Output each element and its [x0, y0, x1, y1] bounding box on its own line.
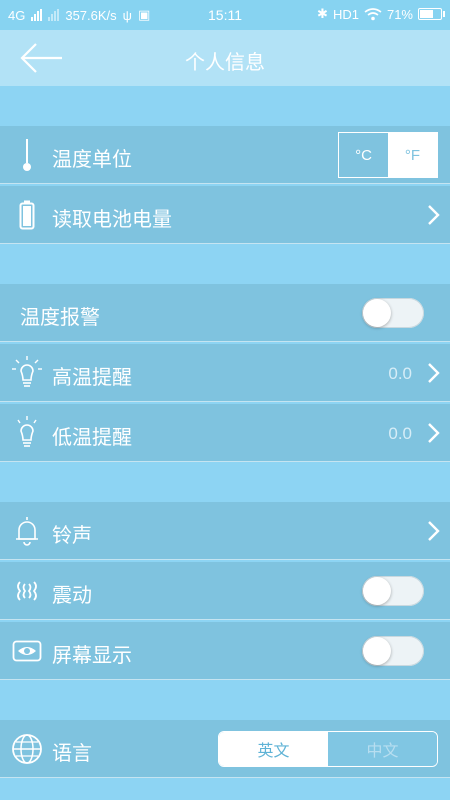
- ringtone-row[interactable]: 铃声: [0, 502, 450, 560]
- low-temp-reminder-label: 低温提醒: [52, 427, 132, 449]
- lightbulb-icon: [10, 414, 44, 452]
- language-label: 语言: [52, 743, 92, 765]
- temperature-alarm-toggle[interactable]: [362, 298, 424, 328]
- screen-display-row: 屏幕显示: [0, 622, 450, 680]
- read-battery-row[interactable]: 读取电池电量: [0, 186, 450, 244]
- celsius-option[interactable]: °C: [339, 133, 388, 177]
- temperature-unit-selector: °C °F: [338, 132, 438, 178]
- language-selector: 英文 中文: [218, 731, 438, 767]
- chevron-right-icon: [428, 423, 440, 443]
- battery-icon: [10, 196, 44, 234]
- toggle-knob: [363, 299, 391, 327]
- status-right: ✱ HD1 71%: [317, 6, 445, 22]
- low-temp-reminder-row[interactable]: 低温提醒 0.0: [0, 404, 450, 462]
- read-battery-label: 读取电池电量: [52, 209, 172, 231]
- lightbulb-icon: [10, 354, 44, 392]
- wifi-icon: [364, 7, 382, 20]
- chevron-right-icon: [428, 363, 440, 383]
- battery-percent: 71%: [386, 6, 413, 22]
- temperature-alarm-row: 温度报警: [0, 284, 450, 342]
- vibrate-label: 震动: [52, 585, 92, 607]
- high-temp-reminder-row[interactable]: 高温提醒 0.0: [0, 344, 450, 402]
- thermometer-icon: [10, 136, 44, 174]
- high-temp-reminder-label: 高温提醒: [52, 367, 132, 389]
- status-bar: 4G 357.6K/s ψ ▣ 15:11 ✱ HD1 71%: [0, 0, 450, 30]
- globe-icon: [10, 730, 44, 768]
- hd-indicator: HD1: [332, 6, 359, 22]
- battery-status-icon: [418, 8, 445, 20]
- vibrate-row: 震动: [0, 562, 450, 620]
- temperature-unit-label: 温度单位: [52, 149, 132, 171]
- toggle-knob: [363, 637, 391, 665]
- ringtone-label: 铃声: [52, 525, 92, 547]
- vibrate-toggle[interactable]: [362, 576, 424, 606]
- navigation-bar: 个人信息: [0, 30, 450, 86]
- toggle-knob: [363, 577, 391, 605]
- bell-icon: [10, 512, 44, 550]
- screen-display-label: 屏幕显示: [52, 645, 132, 667]
- high-temp-value: 0.0: [388, 364, 412, 383]
- temperature-unit-row: 温度单位 °C °F: [0, 126, 450, 184]
- chevron-right-icon: [428, 205, 440, 225]
- eye-icon: [10, 632, 44, 670]
- language-row: 语言 英文 中文: [0, 720, 450, 778]
- low-temp-value: 0.0: [388, 424, 412, 443]
- vibrate-icon: [10, 572, 44, 610]
- bluetooth-icon: ✱: [317, 6, 328, 21]
- screen-display-toggle[interactable]: [362, 636, 424, 666]
- fahrenheit-option[interactable]: °F: [388, 133, 437, 177]
- chinese-option[interactable]: 中文: [328, 732, 437, 766]
- temperature-alarm-label: 温度报警: [20, 307, 100, 329]
- chevron-right-icon: [428, 521, 440, 541]
- page-title: 个人信息: [185, 52, 265, 74]
- english-option[interactable]: 英文: [219, 732, 328, 766]
